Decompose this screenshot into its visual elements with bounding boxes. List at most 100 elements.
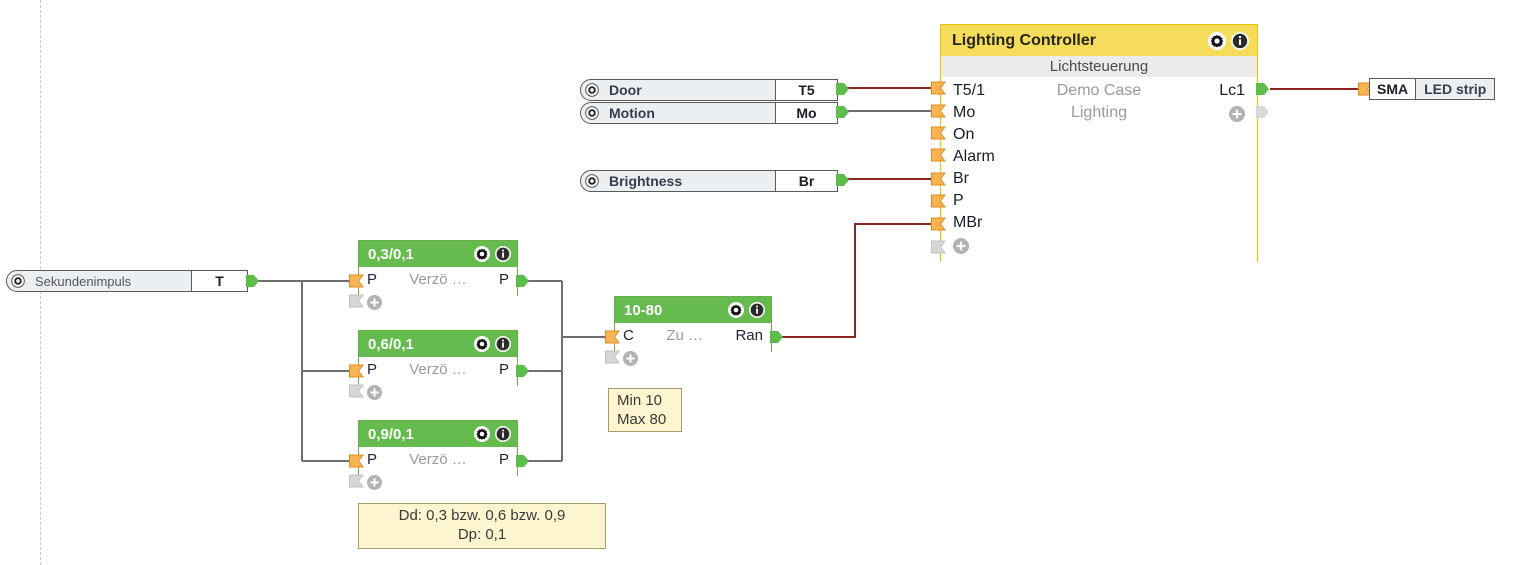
node-io-row: P Verzö … P xyxy=(359,357,517,381)
output-port-arrow-icon[interactable] xyxy=(836,173,850,187)
io-node-protocol[interactable]: SMA xyxy=(1370,79,1417,99)
io-node-port-Mo[interactable]: Mo xyxy=(775,103,837,123)
controller-input-br[interactable]: Br xyxy=(953,170,969,188)
gear-icon[interactable] xyxy=(7,271,29,291)
input-port-arrow-icon-disabled[interactable] xyxy=(931,240,946,254)
input-port-arrow-icon[interactable] xyxy=(931,148,946,162)
node-output-label[interactable]: P xyxy=(499,361,509,378)
gear-icon[interactable] xyxy=(581,80,603,100)
controller-input-p[interactable]: P xyxy=(953,192,964,210)
plus-icon[interactable] xyxy=(367,384,382,400)
controller-input-on[interactable]: On xyxy=(953,126,974,144)
io-node-port-T5[interactable]: T5 xyxy=(775,80,837,100)
controller-output-lc1[interactable]: Lc1 xyxy=(1219,82,1245,100)
io-node-sekundenimpuls[interactable]: Sekundenimpuls T xyxy=(6,270,248,292)
node-add-row[interactable] xyxy=(615,347,771,369)
io-node-led-strip[interactable]: SMA LED strip xyxy=(1369,78,1496,100)
info-icon[interactable] xyxy=(749,302,765,318)
node-input-label[interactable]: P xyxy=(367,361,377,378)
node-header[interactable]: Lighting Controller xyxy=(941,25,1257,56)
function-node-random[interactable]: 10-80 C Zu … Ran xyxy=(614,296,772,369)
io-node-label: Motion xyxy=(609,105,655,121)
input-port-arrow-icon-disabled[interactable] xyxy=(349,384,364,398)
controller-input-alarm[interactable]: Alarm xyxy=(953,148,995,166)
io-node-label: Brightness xyxy=(609,173,683,189)
node-io-row: C Zu … Ran xyxy=(615,323,771,347)
controller-add-input-plus-icon[interactable] xyxy=(953,238,969,259)
input-port-arrow-icon[interactable] xyxy=(605,330,620,344)
output-port-arrow-icon[interactable] xyxy=(770,330,784,344)
info-icon[interactable] xyxy=(1231,31,1249,50)
plus-icon[interactable] xyxy=(367,474,382,490)
node-add-row[interactable] xyxy=(359,291,517,313)
gear-icon[interactable] xyxy=(581,171,603,191)
node-body: P Verzö … P xyxy=(359,267,517,313)
output-port-arrow-icon[interactable] xyxy=(836,82,850,96)
input-port-arrow-icon[interactable] xyxy=(931,104,946,118)
wire-random-to-mbr xyxy=(770,223,934,338)
gear-icon[interactable] xyxy=(474,246,490,262)
function-node-delay-03[interactable]: 0,3/0,1 P Verzö … P xyxy=(358,240,518,313)
node-title: 0,3/0,1 xyxy=(368,245,414,263)
node-output-label[interactable]: P xyxy=(499,271,509,288)
node-header[interactable]: 10-80 xyxy=(615,297,771,323)
output-port-arrow-icon[interactable] xyxy=(516,364,530,378)
io-node-label: LED strip xyxy=(1416,79,1495,99)
logic-editor-canvas[interactable]: Sekundenimpuls T Door T5 Motion Mo Brigh… xyxy=(0,0,1531,565)
io-node-motion[interactable]: Motion Mo xyxy=(580,102,838,124)
io-node-port-T[interactable]: T xyxy=(191,271,247,291)
function-node-delay-06[interactable]: 0,6/0,1 P Verzö … P xyxy=(358,330,518,403)
input-port-arrow-icon[interactable] xyxy=(931,194,946,208)
input-port-arrow-icon[interactable] xyxy=(349,364,364,378)
input-port-arrow-icon[interactable] xyxy=(349,454,364,468)
controller-input-mbr[interactable]: MBr xyxy=(953,214,982,232)
io-node-brightness[interactable]: Brightness Br xyxy=(580,170,838,192)
output-port-arrow-icon[interactable] xyxy=(1256,82,1270,96)
input-port-arrow-icon-disabled[interactable] xyxy=(349,474,364,488)
input-port-arrow-icon-disabled[interactable] xyxy=(349,294,364,308)
output-port-arrow-icon[interactable] xyxy=(246,274,260,288)
info-icon[interactable] xyxy=(495,246,511,262)
gear-icon[interactable] xyxy=(474,336,490,352)
node-output-label[interactable]: Ran xyxy=(735,327,763,344)
plus-icon[interactable] xyxy=(623,350,638,366)
node-body: C Zu … Ran xyxy=(615,323,771,369)
controller-node-lighting[interactable]: Lighting Controller Lichtsteuerung T5/1 … xyxy=(940,24,1258,262)
plus-icon[interactable] xyxy=(367,294,382,310)
node-function-label: Verzö … xyxy=(409,270,467,288)
node-body: P Verzö … P xyxy=(359,357,517,403)
io-node-door[interactable]: Door T5 xyxy=(580,79,838,101)
function-node-delay-09[interactable]: 0,9/0,1 P Verzö … P xyxy=(358,420,518,493)
gear-icon[interactable] xyxy=(581,103,603,123)
input-port-arrow-icon-disabled[interactable] xyxy=(605,350,620,364)
output-port-arrow-icon[interactable] xyxy=(516,454,530,468)
node-input-label[interactable]: P xyxy=(367,451,377,468)
controller-add-output-plus-icon[interactable] xyxy=(1229,106,1245,127)
node-input-label[interactable]: P xyxy=(367,271,377,288)
node-add-row[interactable] xyxy=(359,381,517,403)
node-io-row: P Verzö … P xyxy=(359,447,517,471)
io-node-label: Sekundenimpuls xyxy=(35,273,132,289)
io-node-port-Br[interactable]: Br xyxy=(775,171,837,191)
gear-icon[interactable] xyxy=(474,426,490,442)
output-port-arrow-icon[interactable] xyxy=(836,105,850,119)
node-header[interactable]: 0,6/0,1 xyxy=(359,331,517,357)
input-port-arrow-icon[interactable] xyxy=(931,217,946,231)
input-port-arrow-icon[interactable] xyxy=(349,274,364,288)
gear-icon[interactable] xyxy=(1208,31,1226,50)
info-icon[interactable] xyxy=(495,336,511,352)
node-output-label[interactable]: P xyxy=(499,451,509,468)
output-port-arrow-icon-disabled[interactable] xyxy=(1256,105,1270,119)
node-header[interactable]: 0,9/0,1 xyxy=(359,421,517,447)
input-port-arrow-icon[interactable] xyxy=(931,172,946,186)
node-add-row[interactable] xyxy=(359,471,517,493)
node-title: 10-80 xyxy=(624,301,663,319)
gear-icon[interactable] xyxy=(728,302,744,318)
info-icon[interactable] xyxy=(495,426,511,442)
input-port-arrow-icon[interactable] xyxy=(931,126,946,140)
output-port-arrow-icon[interactable] xyxy=(516,274,530,288)
node-input-label[interactable]: C xyxy=(623,327,634,344)
input-port-arrow-icon[interactable] xyxy=(931,81,946,95)
io-node-label: Door xyxy=(609,82,642,98)
node-header[interactable]: 0,3/0,1 xyxy=(359,241,517,267)
